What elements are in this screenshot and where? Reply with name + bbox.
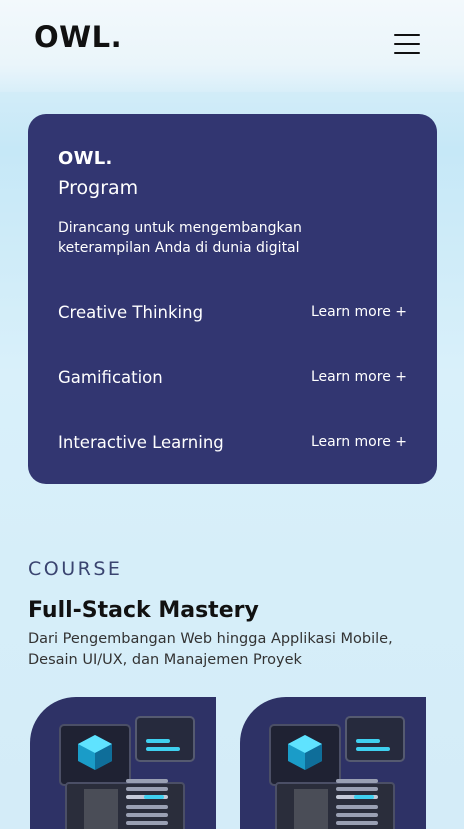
course-illustration [59,716,195,829]
site-header: OWL. [0,0,464,92]
program-card: OWL. Program Dirancang untuk mengembangk… [28,114,437,484]
program-description: Dirancang untuk mengembangkan keterampil… [58,220,302,256]
learn-more-link[interactable]: Learn more + [311,434,407,450]
program-title: Program [58,177,139,199]
program-item-interactive-learning: Interactive Learning Learn more + [58,429,407,455]
hamburger-menu-icon[interactable] [389,32,421,56]
program-item-label: Creative Thinking [58,302,204,322]
program-item-gamification: Gamification Learn more + [58,364,407,390]
program-logo: OWL. [58,148,113,169]
course-card[interactable] [30,697,216,829]
site-logo[interactable]: OWL. [34,20,122,54]
program-item-creative-thinking: Creative Thinking Learn more + [58,299,407,325]
course-description: Dari Pengembangan Web hingga Applikasi M… [28,631,393,668]
learn-more-link[interactable]: Learn more + [311,304,407,320]
course-title: Full-Stack Mastery [28,598,259,623]
program-item-label: Gamification [58,367,163,387]
learn-more-link[interactable]: Learn more + [311,369,407,385]
course-eyebrow: COURSE [28,558,123,580]
course-card[interactable] [240,697,426,829]
course-illustration [269,716,405,829]
program-item-label: Interactive Learning [58,432,224,452]
